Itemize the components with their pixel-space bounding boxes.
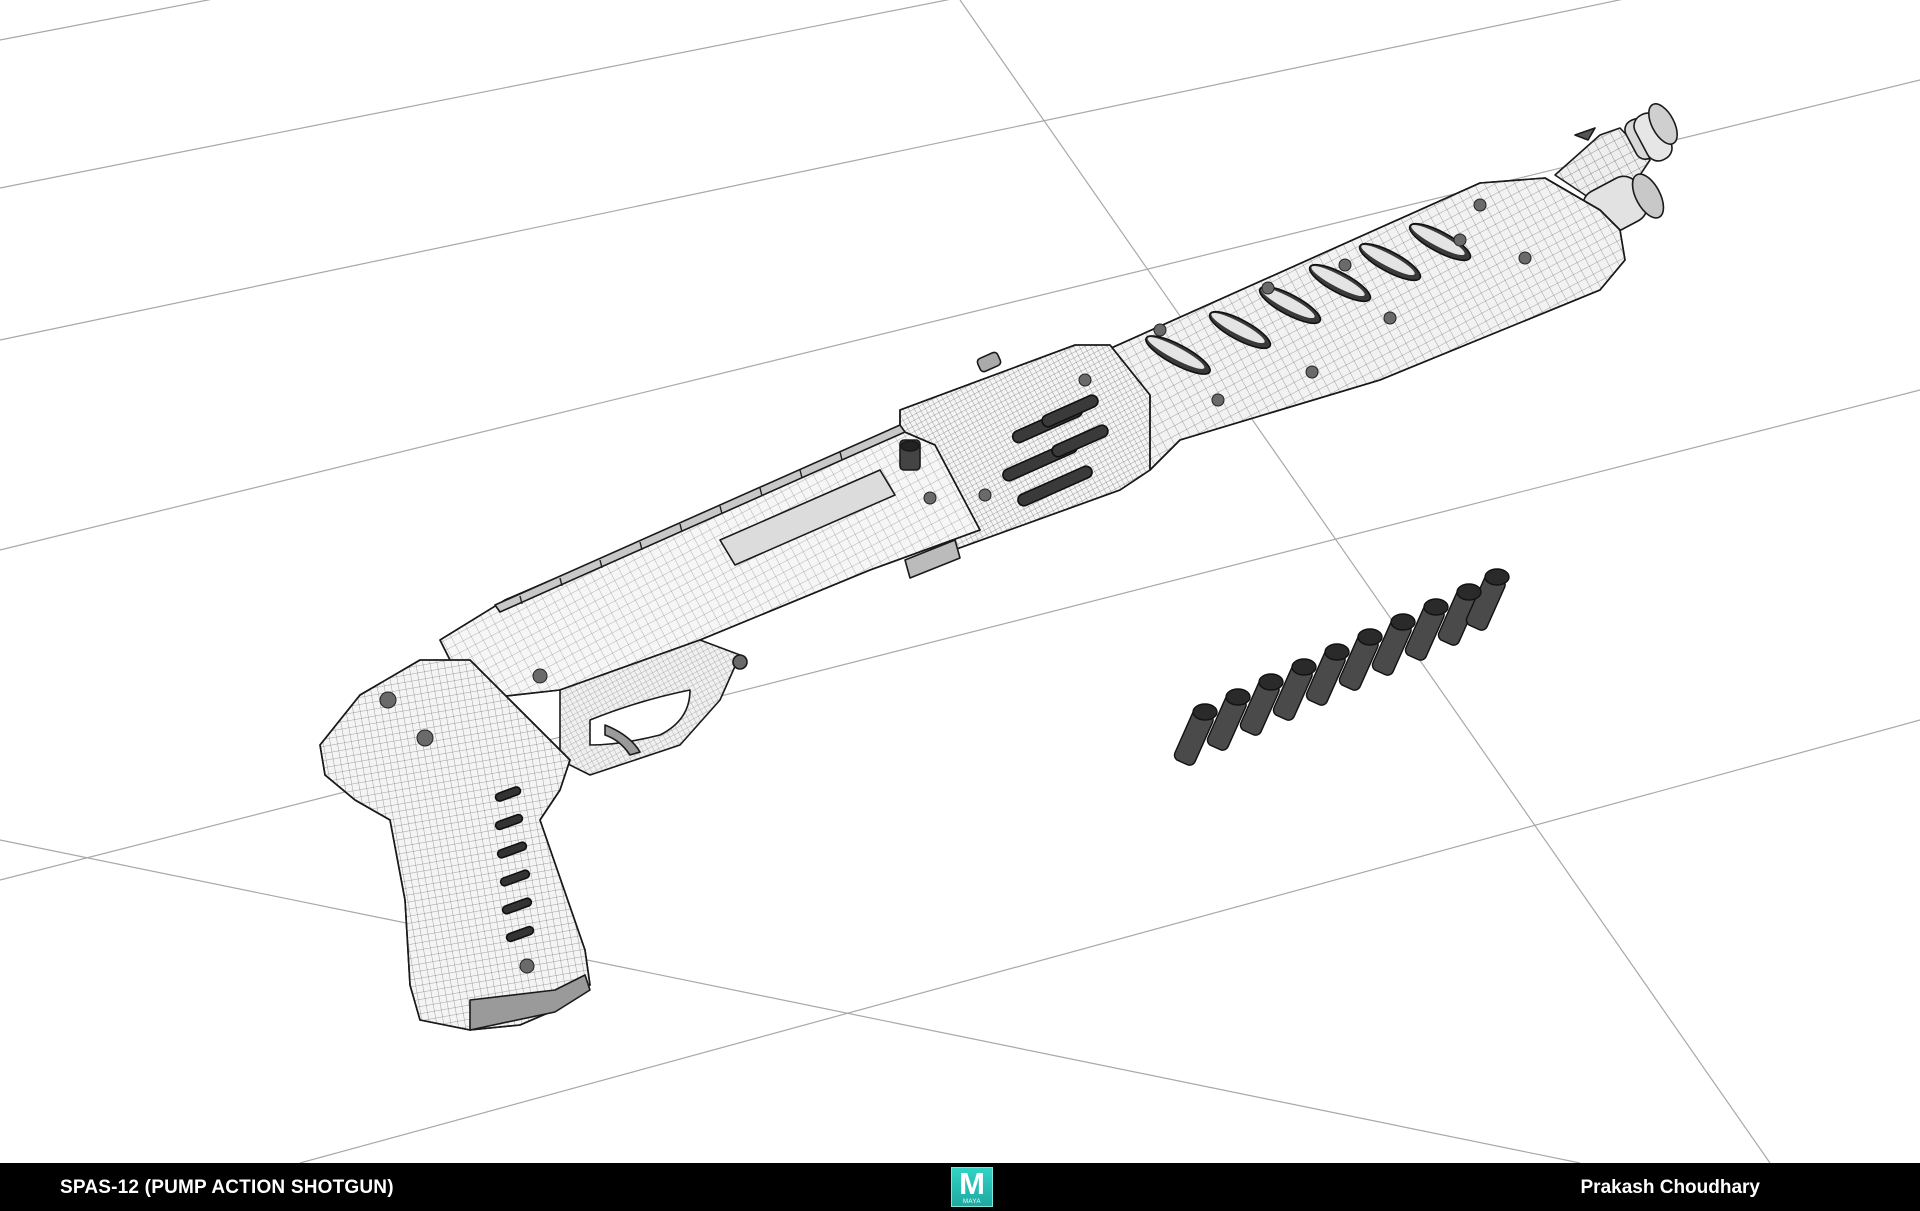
model-title: SPAS-12 (PUMP ACTION SHOTGUN) [60, 1177, 394, 1198]
render-viewport [0, 0, 1920, 1163]
maya-logo-icon: M MAYA [951, 1167, 993, 1207]
shotgun-shells [1173, 568, 1510, 766]
wireframe-render [0, 0, 1920, 1163]
logo-letter: M [959, 1166, 985, 1201]
author-name: Prakash Choudhary [1580, 1177, 1761, 1198]
shotgun-model [319, 103, 1678, 1031]
logo-caption: MAYA [962, 1199, 982, 1205]
caption-bar: SPAS-12 (PUMP ACTION SHOTGUN) M MAYA Pra… [0, 1163, 1920, 1211]
